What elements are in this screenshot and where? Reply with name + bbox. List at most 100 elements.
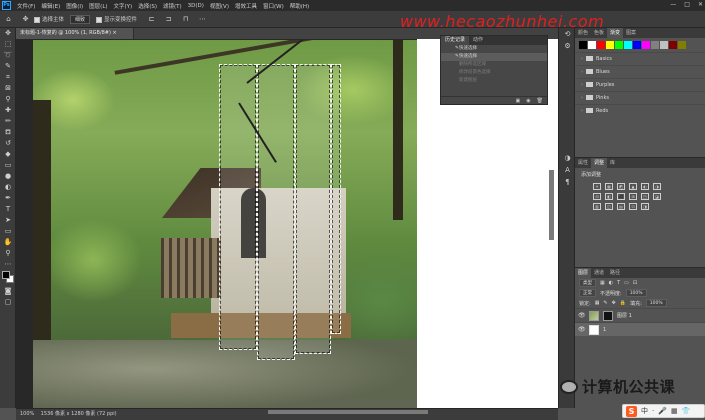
ime-punct-icon[interactable]: · <box>652 407 654 415</box>
blend-mode-select[interactable]: 正常 <box>579 289 596 297</box>
tab-properties[interactable]: 属性 <box>575 158 591 168</box>
tab-patterns[interactable]: 图案 <box>623 28 639 38</box>
color-swatch[interactable] <box>633 41 641 49</box>
history-brush-icon[interactable]: ↺ <box>0 138 16 149</box>
snapshot-icon[interactable]: ▣ <box>516 97 521 104</box>
tab-adjustments[interactable]: 调整 <box>591 158 608 168</box>
stamp-icon[interactable]: ⛾ <box>0 127 16 138</box>
document-tab[interactable]: 未标题-1-恢复的 @ 100% (1, RGB/8#) × <box>16 28 134 39</box>
type-icon[interactable]: T <box>0 204 16 215</box>
history-row[interactable]: 修改前景色选择 <box>441 69 547 77</box>
folder-blues[interactable]: › Blues <box>575 65 705 78</box>
show-transform-checkbox[interactable] <box>96 16 103 23</box>
adjustment-icon[interactable]: ☀ <box>593 183 601 190</box>
zoom-icon[interactable]: ⚲ <box>0 248 16 259</box>
blur-icon[interactable]: ● <box>0 171 16 182</box>
minimize-icon[interactable]: — <box>670 1 676 8</box>
color-swatch[interactable] <box>651 41 659 49</box>
character-panel-icon[interactable]: A <box>559 164 576 176</box>
tab-history[interactable]: 历史记录 <box>441 36 470 45</box>
adjustment-icon[interactable]: ▤ <box>617 203 625 210</box>
filter-adjust-icon[interactable]: ◐ <box>609 280 613 286</box>
history-row[interactable]: 删除所选区域 <box>441 61 547 69</box>
move-icon[interactable]: ✥ <box>0 28 16 39</box>
lock-pixels-icon[interactable]: ▦ <box>595 300 600 306</box>
tab-swatches[interactable]: 色板 <box>591 28 607 38</box>
adjustment-icon[interactable]: ◑ <box>653 183 661 190</box>
gradient-icon[interactable]: ▭ <box>0 160 16 171</box>
history-row[interactable]: 新建图层 <box>441 77 547 85</box>
sogou-logo-icon[interactable]: S <box>626 405 637 417</box>
tab-libraries[interactable]: 库 <box>607 158 618 168</box>
adjustment-icon[interactable]: ⬛ <box>617 193 625 200</box>
brush-icon[interactable]: ✏ <box>0 116 16 127</box>
screen-mode-icon[interactable]: ▢ <box>0 297 16 308</box>
align-left-icon[interactable]: ⊏ <box>147 15 156 24</box>
color-swatch[interactable] <box>615 41 623 49</box>
color-swatch[interactable] <box>588 41 596 49</box>
maximize-icon[interactable]: □ <box>684 1 690 8</box>
lock-paint-icon[interactable]: ✎ <box>603 300 607 306</box>
menu-filter[interactable]: 滤镜(T) <box>160 2 185 10</box>
tab-layers[interactable]: 图层 <box>575 268 592 278</box>
path-select-icon[interactable]: ➤ <box>0 215 16 226</box>
adjustment-icon[interactable]: ◪ <box>653 193 661 200</box>
zoom-level[interactable]: 100% <box>20 411 34 417</box>
home-icon[interactable]: ⌂ <box>4 15 13 24</box>
move-tool-icon[interactable]: ✥ <box>21 15 30 24</box>
adjustment-icon[interactable]: ◫ <box>605 203 613 210</box>
menu-help[interactable]: 帮助(H) <box>287 2 312 10</box>
trash-icon[interactable]: 🗑 <box>537 97 543 104</box>
adjustment-icon[interactable]: ◧ <box>605 193 613 200</box>
adjustment-icon[interactable]: ▲ <box>629 183 637 190</box>
show-transform-label[interactable]: 显示变换控件 <box>96 15 137 23</box>
pen-icon[interactable]: ✒ <box>0 193 16 204</box>
shape-icon[interactable]: ▭ <box>0 226 16 237</box>
eraser-icon[interactable]: ◆ <box>0 149 16 160</box>
camera-icon[interactable]: ◉ <box>526 97 530 104</box>
menu-3d[interactable]: 3D(D) <box>185 3 207 9</box>
visibility-eye-icon[interactable]: 👁 <box>578 312 586 319</box>
healing-icon[interactable]: ✚ <box>0 105 16 116</box>
lock-move-icon[interactable]: ✥ <box>612 300 616 306</box>
color-swatch[interactable] <box>624 41 632 49</box>
color-swatch[interactable] <box>678 41 686 49</box>
adjustment-icon[interactable]: ◩ <box>617 183 625 190</box>
color-swatches[interactable] <box>0 270 16 286</box>
history-row[interactable]: ✎ 快速选择 <box>441 53 547 61</box>
hand-icon[interactable]: ✋ <box>0 237 16 248</box>
opacity-input[interactable]: 100% <box>625 289 647 297</box>
color-swatch[interactable] <box>669 41 677 49</box>
menu-type[interactable]: 文字(Y) <box>111 2 136 10</box>
history-row[interactable]: ✎ 快速选择 <box>441 45 547 53</box>
adjustment-icon[interactable]: ⊞ <box>629 193 637 200</box>
adjustment-icon[interactable]: ◳ <box>641 193 649 200</box>
folder-basics[interactable]: › Basics <box>575 52 705 65</box>
quick-select-icon[interactable]: ✎ <box>0 61 16 72</box>
fill-input[interactable]: 100% <box>645 299 667 307</box>
tab-paths[interactable]: 路径 <box>607 268 623 278</box>
menu-select[interactable]: 选择(S) <box>135 2 160 10</box>
color-swatch[interactable] <box>606 41 614 49</box>
color-swatch[interactable] <box>579 41 587 49</box>
crop-icon[interactable]: ⌗ <box>0 72 16 83</box>
folder-purples[interactable]: › Purples <box>575 78 705 91</box>
filter-shape-icon[interactable]: ▭ <box>624 280 629 286</box>
paragraph-panel-icon[interactable]: ¶ <box>559 176 576 188</box>
tab-gradients[interactable]: 渐变 <box>607 28 624 38</box>
marquee-icon[interactable]: ⬚ <box>0 39 16 50</box>
align-right-icon[interactable]: ⊓ <box>181 15 190 24</box>
filter-type-icon[interactable]: T <box>617 280 620 286</box>
tab-channels[interactable]: 通道 <box>591 268 607 278</box>
properties-panel-icon[interactable]: ⚙ <box>559 40 576 52</box>
menu-plugins[interactable]: 增效工具 <box>232 2 260 10</box>
lasso-icon[interactable]: ➰ <box>0 50 16 61</box>
visibility-eye-icon[interactable]: 👁 <box>578 326 586 333</box>
menu-layer[interactable]: 图层(L) <box>86 2 110 10</box>
adjustment-icon[interactable]: ▦ <box>605 183 613 190</box>
lock-all-icon[interactable]: 🔒 <box>620 300 626 306</box>
tab-actions[interactable]: 动作 <box>469 36 487 45</box>
vertical-scrollbar[interactable] <box>549 170 554 240</box>
auto-select-checkbox[interactable] <box>34 16 40 23</box>
adjustment-icon[interactable]: ▥ <box>593 203 601 210</box>
